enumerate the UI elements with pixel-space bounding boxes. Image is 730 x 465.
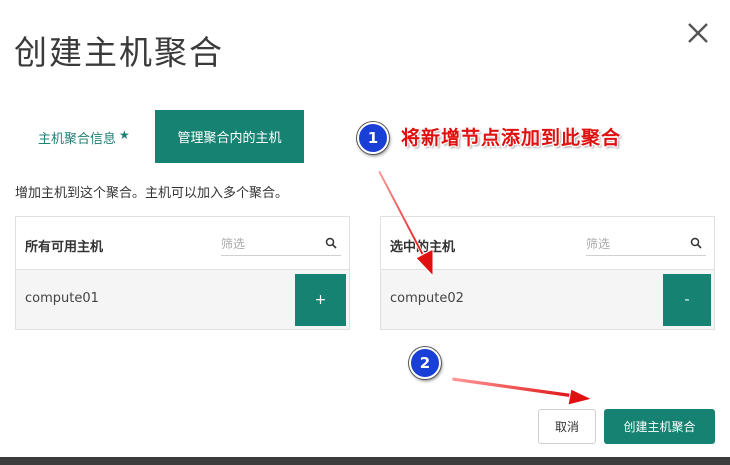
step-1-marker: 1 <box>357 122 389 154</box>
annotation-arrow-2 <box>451 376 594 406</box>
available-hosts-filter <box>221 233 341 256</box>
close-button[interactable] <box>686 18 710 48</box>
available-host-name: compute01 <box>25 291 99 306</box>
available-hosts-panel: 所有可用主机 compute01 + <box>15 216 350 330</box>
selected-hosts-title: 选中的主机 <box>390 240 456 255</box>
cancel-button[interactable]: 取消 <box>538 409 596 444</box>
search-icon <box>325 237 337 249</box>
available-hosts-filter-input[interactable] <box>221 234 311 254</box>
selected-hosts-header: 选中的主机 <box>381 217 714 270</box>
tab-host-aggregate-info[interactable]: 主机聚合信息 ★ <box>38 128 130 147</box>
available-hosts-title: 所有可用主机 <box>25 240 104 255</box>
remove-host-button[interactable]: - <box>663 274 711 326</box>
selected-host-name: compute02 <box>390 291 464 306</box>
selected-host-row: compute02 - <box>381 270 714 329</box>
tab-manage-hosts[interactable]: 管理聚合内的主机 <box>155 110 304 163</box>
available-host-row: compute01 + <box>16 270 349 329</box>
help-text: 增加主机到这个聚合。主机可以加入多个聚合。 <box>15 186 289 201</box>
required-star-icon: ★ <box>119 128 130 142</box>
step-2-marker: 2 <box>409 347 441 379</box>
bottom-bar <box>0 457 730 465</box>
add-host-button[interactable]: + <box>295 274 346 326</box>
available-hosts-header: 所有可用主机 <box>16 217 349 270</box>
selected-hosts-panel: 选中的主机 compute02 - <box>380 216 715 330</box>
tab-manage-label: 管理聚合内的主机 <box>177 131 282 146</box>
tab-info-label: 主机聚合信息 <box>38 132 117 147</box>
create-host-aggregate-button[interactable]: 创建主机聚合 <box>604 409 715 444</box>
selected-hosts-filter-input[interactable] <box>586 234 676 254</box>
modal-title: 创建主机聚合 <box>14 33 224 72</box>
close-icon <box>688 23 708 43</box>
search-icon <box>690 237 702 249</box>
selected-hosts-filter <box>586 233 706 256</box>
step-1-annotation-text: 将新增节点添加到此聚合 <box>401 127 622 149</box>
